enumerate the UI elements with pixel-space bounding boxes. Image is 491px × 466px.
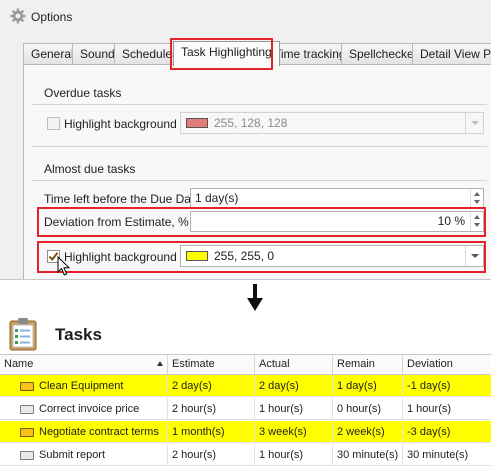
task-actual: 1 hour(s) — [255, 444, 333, 466]
almost-due-group-title: Almost due tasks — [44, 162, 136, 176]
down-arrow-icon — [247, 284, 263, 311]
column-header-name[interactable]: Name — [0, 355, 168, 375]
callout-tab-highlight — [170, 38, 273, 70]
tab-detail-view-pane[interactable]: Detail View Pan — [412, 43, 491, 65]
overdue-highlight-label: Highlight background — [64, 117, 177, 131]
task-remain: 30 minute(s) — [333, 444, 403, 466]
task-deviation: -3 day(s) — [407, 426, 451, 438]
almost-due-separator — [32, 180, 487, 181]
table-row[interactable]: Correct invoice price 2 hour(s) 1 hour(s… — [0, 398, 491, 420]
task-deviation: 30 minute(s) — [407, 449, 469, 461]
sort-ascending-icon[interactable] — [157, 361, 163, 366]
task-name: Clean Equipment — [35, 375, 168, 397]
task-remain: 1 day(s) — [333, 375, 403, 397]
task-icon — [20, 382, 34, 391]
task-estimate: 2 hour(s) — [168, 444, 255, 466]
task-estimate: 1 month(s) — [168, 421, 255, 443]
overdue-highlight-checkbox[interactable] — [47, 117, 60, 130]
mouse-cursor-icon — [57, 256, 71, 276]
task-remain: 0 hour(s) — [333, 398, 403, 420]
task-actual: 1 hour(s) — [255, 398, 333, 420]
task-icon — [20, 405, 34, 414]
gear-icon — [10, 8, 26, 24]
title-bar: Options — [0, 0, 491, 32]
group-separator — [32, 146, 487, 147]
column-header-remain[interactable]: Remain — [333, 355, 403, 375]
callout-background-highlight — [37, 241, 486, 273]
task-icon — [20, 451, 34, 460]
chevron-down-icon[interactable] — [465, 113, 483, 133]
task-name: Negotiate contract terms — [35, 421, 168, 443]
overdue-color-picker[interactable]: 255, 128, 128 — [180, 112, 484, 134]
task-actual: 2 day(s) — [255, 375, 333, 397]
column-header-deviation[interactable]: Deviation — [403, 355, 491, 375]
time-left-input[interactable]: 1 day(s) — [190, 188, 484, 209]
column-header-estimate[interactable]: Estimate — [168, 355, 255, 375]
time-left-spinner[interactable] — [470, 189, 483, 208]
task-name: Correct invoice price — [35, 398, 168, 420]
tasks-title: Tasks — [55, 325, 102, 344]
callout-deviation-highlight — [37, 207, 486, 237]
overdue-color-value: 255, 128, 128 — [214, 116, 288, 130]
task-estimate: 2 day(s) — [168, 375, 255, 397]
task-actual: 3 week(s) — [255, 421, 333, 443]
overdue-separator — [32, 104, 487, 105]
table-row[interactable]: Submit report 2 hour(s) 1 hour(s) 30 min… — [0, 444, 491, 466]
overdue-color-swatch — [186, 118, 208, 128]
time-left-label: Time left before the Due Date — [44, 192, 201, 206]
column-header-name-label: Name — [4, 358, 34, 370]
table-row[interactable]: Clean Equipment 2 day(s) 2 day(s) 1 day(… — [0, 375, 491, 397]
window-title: Options — [31, 10, 73, 24]
column-header-actual[interactable]: Actual — [255, 355, 333, 375]
table-row[interactable]: Negotiate contract terms 1 month(s) 3 we… — [0, 421, 491, 443]
clipboard-icon — [9, 318, 37, 351]
options-window: Options General Sound Scheduler Task Hig… — [0, 0, 491, 280]
task-name: Submit report — [35, 444, 168, 466]
time-left-value: 1 day(s) — [195, 191, 239, 205]
tasks-grid: Name Estimate Actual Remain Deviation Cl… — [0, 354, 491, 466]
overdue-group-title: Overdue tasks — [44, 86, 122, 100]
task-estimate: 2 hour(s) — [168, 398, 255, 420]
task-deviation: 1 hour(s) — [407, 403, 452, 415]
task-deviation: -1 day(s) — [407, 380, 451, 392]
task-icon — [20, 428, 34, 437]
task-remain: 2 week(s) — [333, 421, 403, 443]
